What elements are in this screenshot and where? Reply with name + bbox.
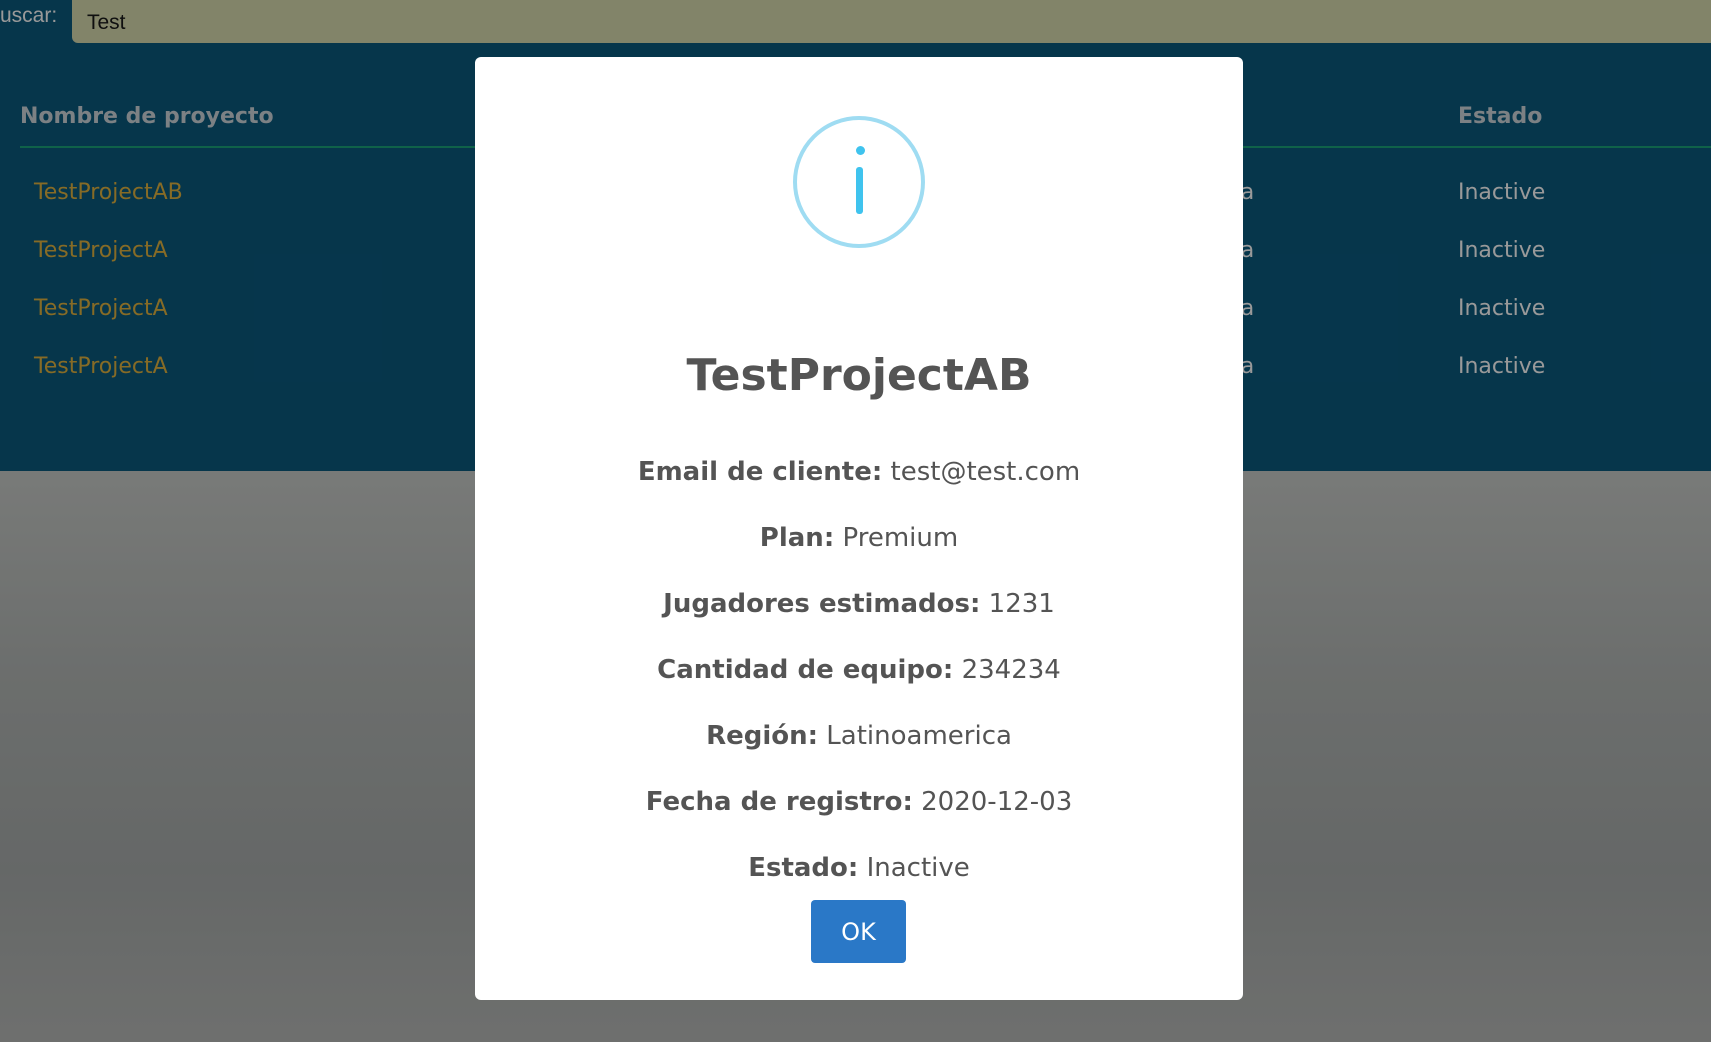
field-value: Latinoamerica xyxy=(826,721,1012,751)
info-icon-dot xyxy=(856,146,865,155)
field-value: 2020-12-03 xyxy=(921,787,1073,817)
field-label: Plan: xyxy=(759,523,835,553)
info-icon xyxy=(793,116,925,248)
field-value: Inactive xyxy=(866,853,970,883)
field-estimated-players: Jugadores estimados: 1231 xyxy=(475,589,1243,619)
field-registration-date: Fecha de registro: 2020-12-03 xyxy=(475,787,1243,817)
field-value: Premium xyxy=(842,523,959,553)
field-label: Fecha de registro: xyxy=(645,787,913,817)
field-label: Cantidad de equipo: xyxy=(657,655,954,685)
field-value: test@test.com xyxy=(890,457,1081,487)
field-state: Estado: Inactive xyxy=(475,853,1243,883)
info-icon-stem xyxy=(856,167,863,214)
project-details-modal: TestProjectAB Email de cliente: test@tes… xyxy=(475,57,1243,1000)
field-value: 234234 xyxy=(961,655,1061,685)
field-plan: Plan: Premium xyxy=(475,523,1243,553)
field-value: 1231 xyxy=(988,589,1055,619)
field-region: Región: Latinoamerica xyxy=(475,721,1243,751)
field-label: Región: xyxy=(706,721,819,751)
field-team-size: Cantidad de equipo: 234234 xyxy=(475,655,1243,685)
field-label: Email de cliente: xyxy=(637,457,883,487)
modal-title: TestProjectAB xyxy=(686,350,1032,401)
page: uscar: Nombre de proyecto Estado TestPro… xyxy=(0,0,1711,1042)
field-label: Jugadores estimados: xyxy=(663,589,981,619)
field-client-email: Email de cliente: test@test.com xyxy=(475,457,1243,487)
ok-button[interactable]: OK xyxy=(811,900,906,963)
field-label: Estado: xyxy=(748,853,859,883)
